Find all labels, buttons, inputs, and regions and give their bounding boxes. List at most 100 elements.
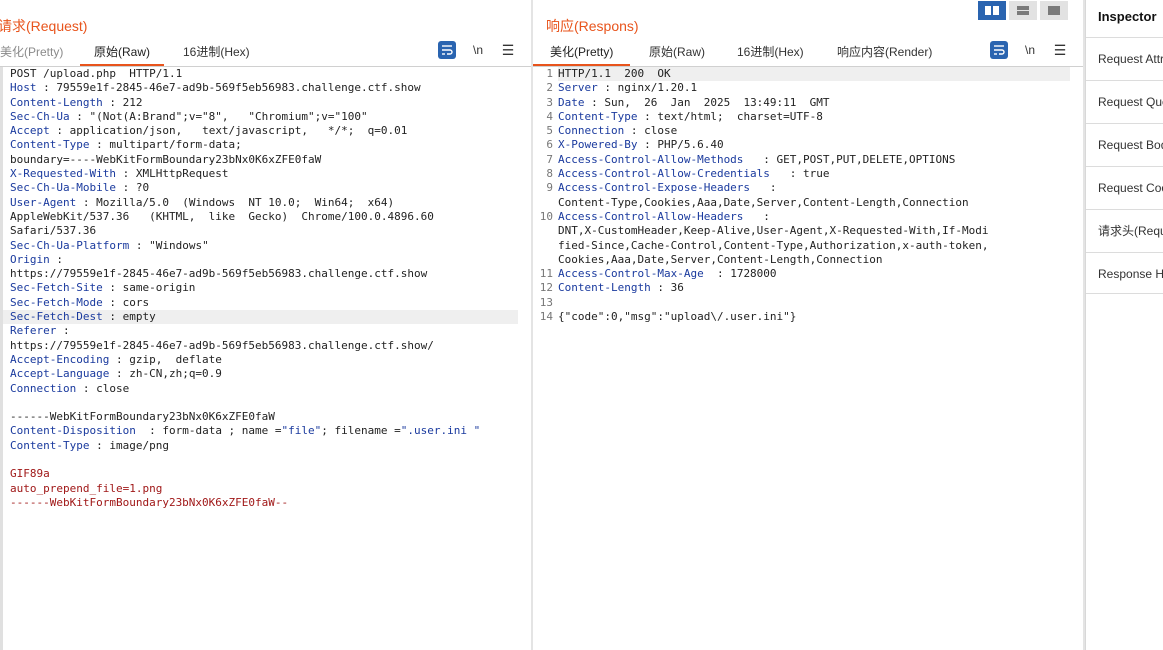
inspector-item-request-query[interactable]: Request Query Parameters	[1086, 80, 1163, 122]
line-text: Cookies,Aaa,Date,Server,Content-Length,C…	[558, 253, 1083, 267]
header-value: : close	[76, 381, 130, 395]
line-text: DNT,X-CustomHeader,Keep-Alive,User-Agent…	[558, 224, 1083, 238]
line-text: Access-Control-Expose-Headers :	[558, 181, 1083, 195]
header-value: Cookies,Aaa,Date,Server,Content-Length,C…	[558, 252, 883, 266]
line-text: Date : Sun, 26 Jan 2025 13:49:11 GMT	[558, 96, 1083, 110]
header-value: AppleWebKit/537.36 (KHTML, like Gecko) C…	[10, 209, 434, 223]
header-value: :	[49, 252, 63, 266]
inspector-item-request-cookies[interactable]: Request Cookies	[1086, 166, 1163, 208]
header-value: : GET,POST,PUT,DELETE,OPTIONS	[743, 152, 956, 166]
inspector-title: Inspector	[1098, 9, 1157, 24]
tab-request-raw[interactable]: 原始(Raw)	[80, 40, 164, 66]
tab-response-raw[interactable]: 原始(Raw)	[647, 40, 707, 64]
request-line: Connection : close	[3, 382, 531, 396]
header-value: Safari/537.36	[10, 224, 97, 238]
header-value: Content-Type,Cookies,Aaa,Date,Server,Con…	[558, 195, 969, 209]
response-line: fied-Since,Cache-Control,Content-Type,Au…	[533, 239, 1083, 253]
header-value: {"code":0,"msg":"upload\/.user.ini"}	[558, 310, 797, 324]
tab-response-pretty[interactable]: 美化(Pretty)	[533, 40, 631, 66]
response-line: 10 Access-Control-Allow-Headers :	[533, 210, 1083, 224]
header-name: Origin	[10, 252, 50, 266]
response-line: 8 Access-Control-Allow-Credentials : true	[533, 167, 1083, 181]
response-newline-toggle-button[interactable]: \n	[1022, 41, 1038, 59]
line-number: 1	[546, 67, 553, 80]
request-line: Sec-Fetch-Dest : empty	[3, 310, 518, 325]
header-name: HTTP/1.1 200 OK	[558, 67, 671, 80]
inspector-item-request-attributes[interactable]: Request Attributes	[1086, 37, 1163, 79]
header-name: Sec-Ch-Ua-Mobile	[10, 181, 116, 195]
header-value: : XMLHttpRequest	[115, 167, 229, 181]
inspector-panel: Inspector Request Attributes Request Que…	[1085, 0, 1163, 650]
header-name: User-Agent	[10, 195, 77, 209]
tab-response-hex[interactable]: 16进制(Hex)	[735, 40, 806, 64]
tab-request-pretty[interactable]: 美化(Pretty)	[0, 40, 65, 64]
response-line: Cookies,Aaa,Date,Server,Content-Length,C…	[533, 253, 1083, 267]
header-name: Date	[558, 95, 585, 109]
response-editor[interactable]: 1 HTTP/1.1 200 OK 2 Server : nginx/1.20.1 3 D…	[533, 67, 1083, 650]
request-editor[interactable]: POST /upload.php HTTP/1.1 Host : 79559e1f…	[0, 67, 531, 650]
inspector-item-response-headers[interactable]: Response Headers	[1086, 252, 1163, 294]
request-line: Content-Disposition : form-data ; name =…	[3, 424, 531, 438]
header-value-part: ; filename =	[321, 424, 401, 438]
request-menu-icon[interactable]: ☰	[500, 41, 516, 59]
line-number: 10	[539, 209, 553, 223]
tab-request-hex[interactable]: 16进制(Hex)	[181, 40, 252, 64]
line-number	[533, 224, 558, 238]
request-panel: 请求(Request) 美化(Pretty) 原始(Raw) 16进制(Hex)…	[0, 0, 531, 650]
response-line: DNT,X-CustomHeader,Keep-Alive,User-Agent…	[533, 224, 1083, 238]
tab-response-render[interactable]: 响应内容(Render)	[835, 40, 934, 64]
request-wrap-toggle-button[interactable]	[438, 41, 456, 59]
request-line: User-Agent : Mozilla/5.0 (Windows NT 10.…	[3, 196, 531, 210]
line-number: 7	[546, 152, 553, 166]
header-value: : gzip, deflate	[109, 352, 222, 366]
line-number: 3	[546, 95, 553, 109]
inspector-item-request-body[interactable]: Request Body Parameters	[1086, 123, 1163, 165]
line-number	[533, 253, 558, 267]
header-value: : zh-CN,zh;q=0.9	[109, 367, 222, 381]
layout-stacked-button[interactable]	[1009, 1, 1037, 20]
request-line: POST /upload.php HTTP/1.1	[3, 67, 531, 81]
inspector-item-request-headers[interactable]: 请求头(Request Headers)	[1086, 209, 1163, 251]
line-text: {"code":0,"msg":"upload\/.user.ini"}	[558, 310, 1083, 324]
request-line	[3, 453, 531, 467]
header-name: Server	[558, 81, 598, 95]
layout-tabbed-button[interactable]	[1040, 1, 1068, 20]
header-value: : text/html; charset=UTF-8	[637, 109, 823, 123]
wrap-lines-icon	[994, 45, 1005, 55]
response-wrap-toggle-button[interactable]	[990, 41, 1008, 59]
header-value: : multipart/form-data;	[89, 138, 242, 152]
line-number: 12	[539, 281, 553, 295]
layout-side-by-side-button[interactable]	[978, 1, 1006, 20]
response-line: 4 Content-Type : text/html; charset=UTF-8	[533, 110, 1083, 124]
request-line: Sec-Fetch-Site : same-origin	[3, 281, 531, 295]
header-name: X-Powered-By	[558, 138, 638, 152]
header-name: Sec-Ch-Ua-Platform	[10, 238, 130, 252]
line-number: 14	[539, 310, 553, 324]
header-value: : "(Not(A:Brand";v="8", "Chromium";v="10…	[69, 109, 368, 123]
header-value: ------WebKitFormBoundary23bNx0K6xZFE0faW	[10, 410, 275, 424]
request-line: ------WebKitFormBoundary23bNx0K6xZFE0faW…	[3, 496, 531, 510]
line-text: Access-Control-Allow-Credentials : true	[558, 167, 1083, 181]
request-line: Sec-Ch-Ua : "(Not(A:Brand";v="8", "Chrom…	[3, 110, 531, 124]
header-value: auto_prepend_file=1.png	[10, 481, 163, 495]
header-value: :	[743, 209, 770, 223]
header-value: : nginx/1.20.1	[597, 81, 698, 95]
request-line: GIF89a	[3, 467, 531, 481]
request-line: Content-Type : multipart/form-data;	[3, 138, 531, 152]
header-value: : form-data ; name =	[135, 424, 282, 438]
header-name: Access-Control-Max-Age	[558, 267, 704, 281]
response-panel: 响应(Respons) 美化(Pretty) 原始(Raw) 16进制(Hex)…	[533, 0, 1083, 650]
request-title: 请求(Request)	[0, 18, 88, 34]
line-text	[558, 296, 1083, 310]
response-line: Content-Type,Cookies,Aaa,Date,Server,Con…	[533, 196, 1083, 210]
response-line: 3 Date : Sun, 26 Jan 2025 13:49:11 GMT	[533, 96, 1083, 110]
response-line: 12 Content-Length : 36	[533, 281, 1083, 295]
header-name: Content-Type	[558, 109, 638, 123]
request-newline-toggle-button[interactable]: \n	[470, 41, 486, 59]
line-text: Server : nginx/1.20.1	[558, 81, 1083, 95]
response-line: 11 Access-Control-Max-Age : 1728000	[533, 267, 1083, 281]
response-menu-icon[interactable]: ☰	[1052, 41, 1068, 59]
header-name: Accept-Language	[10, 367, 110, 381]
header-name: Referer	[10, 324, 57, 338]
header-value: ------WebKitFormBoundary23bNx0K6xZFE0faW…	[10, 495, 289, 509]
